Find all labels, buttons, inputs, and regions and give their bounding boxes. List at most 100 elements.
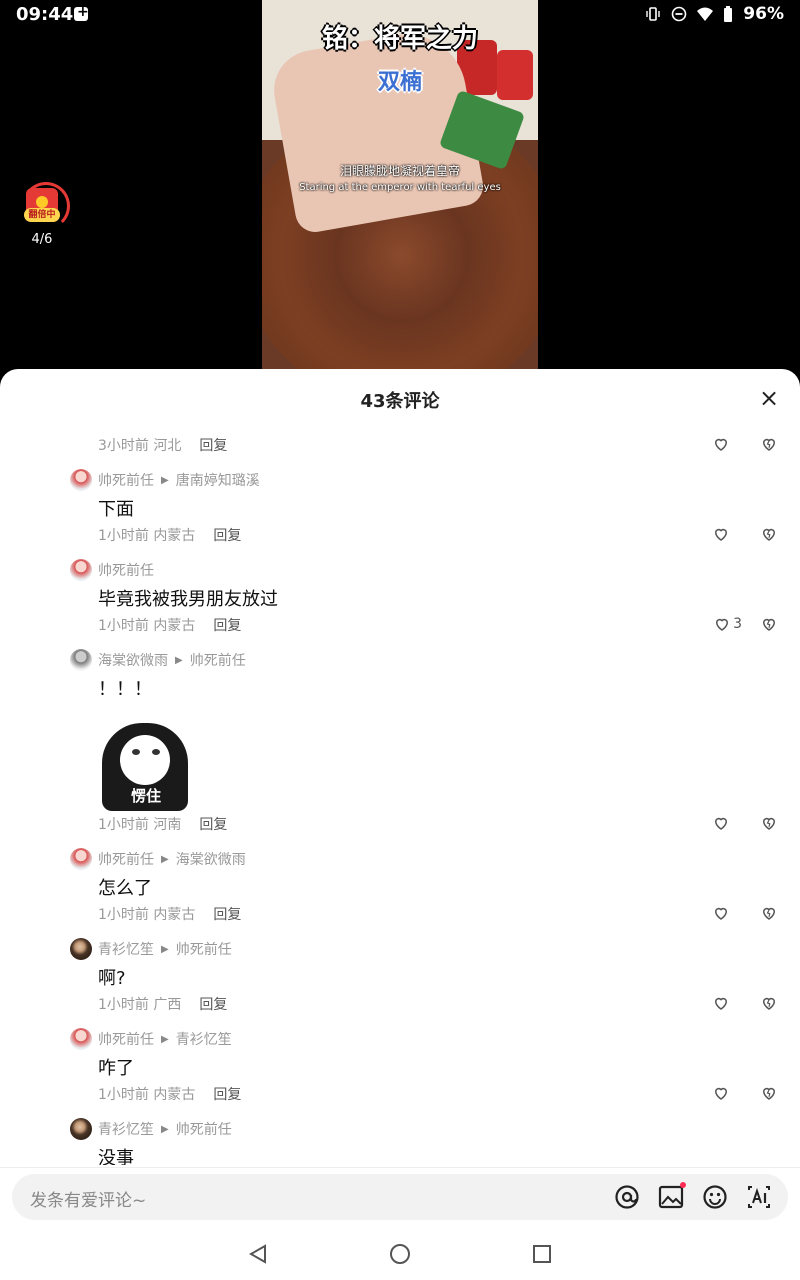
dislike-button[interactable]	[760, 814, 778, 832]
new-badge	[680, 1182, 686, 1188]
comment-input[interactable]: 发条有爱评论~	[12, 1174, 788, 1220]
reply-button[interactable]: 回复	[199, 438, 227, 454]
comment-author[interactable]: 帅死前任	[98, 560, 154, 580]
dislike-button[interactable]	[760, 904, 778, 922]
avatar[interactable]	[70, 1118, 92, 1140]
recents-icon[interactable]	[530, 1242, 554, 1266]
comment-time-location: 3小时前 河北	[98, 438, 182, 454]
heart-icon	[714, 997, 728, 1010]
reply-button[interactable]: 回复	[199, 997, 227, 1013]
ai-icon[interactable]	[746, 1184, 772, 1210]
image-icon	[658, 1185, 684, 1209]
panda-eye	[132, 749, 140, 755]
reward-tag: 翻倍中	[24, 208, 60, 222]
at-icon[interactable]	[614, 1184, 640, 1210]
broken-heart-icon	[762, 817, 776, 830]
dislike-button[interactable]	[760, 1084, 778, 1102]
comment-text: 没事	[98, 1148, 134, 1165]
avatar[interactable]	[70, 848, 92, 870]
comment-author-row[interactable]: 青衫忆笙 ▶ 帅死前任	[70, 1118, 232, 1140]
like-button[interactable]	[712, 1084, 730, 1102]
comment-author-row[interactable]: 海棠欲微雨 ▶ 帅死前任	[70, 649, 246, 671]
comment-meta: 1小时前 广西 回复	[98, 994, 788, 1014]
comment-meta: 3小时前 河北 回复	[98, 435, 788, 455]
image-button[interactable]	[658, 1182, 686, 1210]
comment-author[interactable]: 海棠欲微雨	[98, 650, 168, 670]
avatar[interactable]	[70, 1028, 92, 1050]
dislike-button[interactable]	[760, 994, 778, 1012]
video-player[interactable]: 铭：将军之力 双楠 泪眼朦胧地凝视着皇帝 Staring at the empe…	[262, 0, 538, 370]
comments-sheet: 43条评论 × … 3小时前 河北回复 帅死前任 ▶ 唐南婷知璐溪 下面 1小时…	[0, 369, 800, 1280]
back-icon[interactable]	[246, 1242, 270, 1266]
heart-icon	[714, 438, 728, 451]
like-button[interactable]	[712, 525, 730, 543]
broken-heart-icon	[762, 618, 776, 631]
reply-button[interactable]: 回复	[199, 817, 227, 833]
comment-text: 怎么了	[98, 878, 152, 899]
status-time: 09:44	[16, 4, 74, 25]
broken-heart-icon	[762, 438, 776, 451]
dislike-button[interactable]	[760, 615, 778, 633]
reply-arrow-icon: ▶	[161, 474, 169, 486]
comment-text: 啊?	[98, 968, 126, 989]
reply-to-user[interactable]: 帅死前任	[176, 939, 232, 959]
broken-heart-icon	[762, 1087, 776, 1100]
dislike-button[interactable]	[760, 435, 778, 453]
reply-button[interactable]: 回复	[213, 1087, 241, 1103]
reward-widget[interactable]: 翻倍中	[22, 182, 70, 230]
dnd-icon	[671, 6, 687, 22]
comment-author-row[interactable]: 帅死前任 ▶ 海棠欲微雨	[70, 848, 246, 870]
reply-to-user[interactable]: 海棠欲微雨	[176, 849, 246, 869]
comment-time-location: 1小时前 广西	[98, 997, 182, 1013]
reply-to-user[interactable]: 帅死前任	[176, 1119, 232, 1139]
reply-button[interactable]: 回复	[213, 907, 241, 923]
status-icons: 96%	[645, 4, 784, 24]
reply-button[interactable]: 回复	[213, 618, 241, 634]
video-caption-zh: 泪眼朦胧地凝视着皇帝	[339, 164, 460, 178]
comment-list[interactable]: … 3小时前 河北回复 帅死前任 ▶ 唐南婷知璐溪 下面 1小时前 内蒙古回复 …	[0, 425, 800, 1165]
sticker-image[interactable]: 愣住	[98, 715, 194, 811]
comment-time-location: 1小时前 河南	[98, 817, 182, 833]
comment-time-location: 1小时前 内蒙古	[98, 618, 196, 634]
comment-author[interactable]: 帅死前任	[98, 849, 154, 869]
reply-button[interactable]: 回复	[213, 528, 241, 544]
like-button[interactable]	[712, 814, 730, 832]
panda-face	[120, 735, 170, 785]
comment-author-row[interactable]: 帅死前任 ▶ 唐南婷知璐溪	[70, 469, 260, 491]
sticker-label: 愣住	[130, 787, 161, 805]
coin-icon	[36, 196, 48, 208]
comment-author[interactable]: 帅死前任	[98, 1029, 154, 1049]
avatar[interactable]	[70, 938, 92, 960]
comment-author-row[interactable]: 青衫忆笙 ▶ 帅死前任	[70, 938, 232, 960]
like-button[interactable]: 3	[713, 615, 742, 633]
reply-arrow-icon: ▶	[161, 853, 169, 865]
comment-time-location: 1小时前 内蒙古	[98, 1087, 196, 1103]
comment-meta: 1小时前 内蒙古 回复 3	[98, 615, 788, 635]
heart-icon	[716, 618, 729, 631]
comment-author-row[interactable]: 帅死前任	[70, 559, 154, 581]
heart-icon	[714, 907, 728, 920]
emoji-icon[interactable]	[702, 1184, 728, 1210]
comment-author-row[interactable]: 帅死前任 ▶ 青衫忆笙	[70, 1028, 232, 1050]
reply-to-user[interactable]: 唐南婷知璐溪	[176, 470, 260, 490]
reply-arrow-icon: ▶	[161, 1033, 169, 1045]
like-button[interactable]	[712, 994, 730, 1012]
avatar[interactable]	[70, 649, 92, 671]
like-button[interactable]	[712, 904, 730, 922]
avatar[interactable]	[70, 469, 92, 491]
vibrate-icon	[646, 7, 660, 21]
like-button[interactable]	[712, 435, 730, 453]
comment-author[interactable]: 帅死前任	[98, 470, 154, 490]
comment-author[interactable]: 青衫忆笙	[98, 1119, 154, 1139]
comment-author[interactable]: 青衫忆笙	[98, 939, 154, 959]
video-caption-en: Staring at the emperor with tearful eyes	[299, 182, 501, 193]
home-icon[interactable]	[388, 1242, 412, 1266]
dislike-button[interactable]	[760, 525, 778, 543]
video-title: 铭：将军之力	[321, 24, 478, 54]
close-icon[interactable]: ×	[756, 385, 782, 411]
comment-meta: 1小时前 内蒙古 回复	[98, 525, 788, 545]
avatar[interactable]	[70, 559, 92, 581]
reply-to-user[interactable]: 帅死前任	[190, 650, 246, 670]
reply-to-user[interactable]: 青衫忆笙	[176, 1029, 232, 1049]
comment-text: 下面	[98, 499, 134, 520]
